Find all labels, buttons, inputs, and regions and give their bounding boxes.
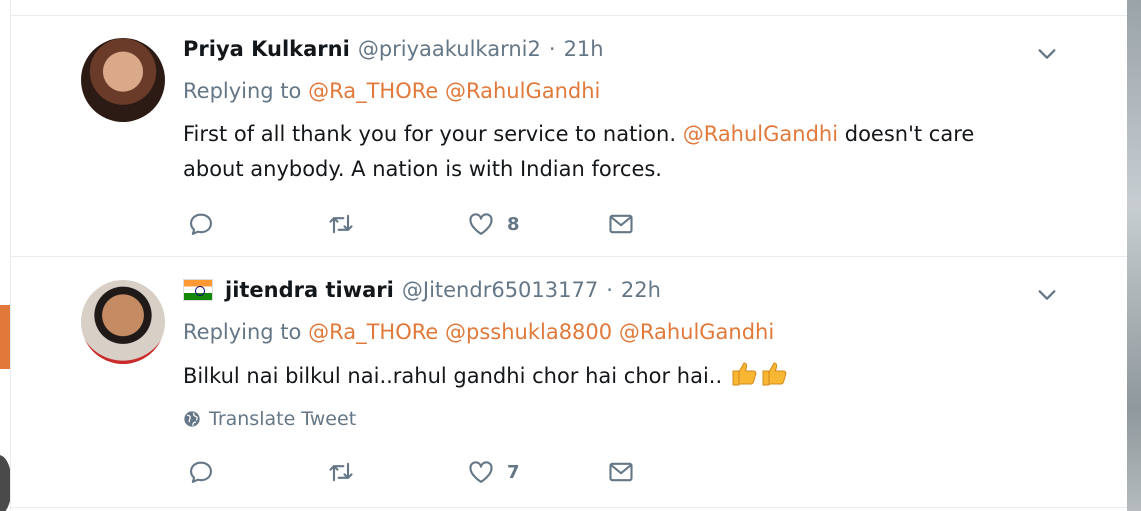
background-page-fragment-left: [0, 0, 10, 511]
like-count: 7: [507, 461, 520, 483]
avatar[interactable]: [81, 38, 165, 122]
background-avatar-fragment: [0, 455, 10, 511]
user-handle[interactable]: @Jitendr65013177: [402, 278, 598, 302]
mention-link[interactable]: @RahulGandhi: [683, 122, 838, 146]
retweet-icon: [329, 462, 353, 482]
tweet-header: jitendra tiwari @Jitendr65013177 · 22h: [183, 278, 661, 302]
mention-link[interactable]: @RahulGandhi: [445, 79, 600, 103]
replying-to-label: Replying to: [183, 320, 302, 344]
user-name[interactable]: Priya Kulkarni: [183, 37, 350, 61]
tweet-text: Bilkul nai bilkul nai..rahul gandhi chor…: [183, 359, 1023, 394]
replying-to: Replying to @Ra_THORe @RahulGandhi: [183, 79, 600, 103]
user-handle[interactable]: @priyaakulkarni2: [358, 37, 541, 61]
mention-link[interactable]: @Ra_THORe: [308, 79, 438, 103]
retweet-button[interactable]: [327, 458, 355, 486]
mention-link[interactable]: @RahulGandhi: [619, 320, 774, 344]
reply-timeline: Priya Kulkarni @priyaakulkarni2 · 21h Re…: [10, 0, 1129, 511]
globe-icon: [184, 411, 200, 427]
background-page-fragment-right: [1127, 0, 1141, 511]
reply-icon: [190, 461, 212, 483]
tweet-time[interactable]: 21h: [564, 37, 604, 61]
heart-icon: [469, 213, 493, 235]
chevron-down-icon[interactable]: [1036, 284, 1058, 306]
reply-button[interactable]: [187, 458, 215, 486]
like-button[interactable]: 8: [467, 210, 520, 238]
heart-icon: [469, 461, 493, 483]
mention-link[interactable]: @psshukla8800: [445, 320, 612, 344]
direct-message-button[interactable]: [607, 210, 635, 238]
separator-dot: ·: [548, 37, 556, 61]
reply-button[interactable]: [187, 210, 215, 238]
like-button[interactable]: 7: [467, 458, 520, 486]
tweet-text: First of all thank you for your service …: [183, 117, 1023, 187]
replying-to: Replying to @Ra_THORe @psshukla8800 @Rah…: [183, 320, 774, 344]
mention-link[interactable]: @Ra_THORe: [308, 320, 438, 344]
thumbs-up-icon: [759, 359, 789, 387]
background-orange-block: [0, 305, 10, 369]
retweet-icon: [329, 214, 353, 234]
translate-label[interactable]: Translate Tweet: [209, 408, 356, 430]
direct-message-button[interactable]: [607, 458, 635, 486]
tweet-time[interactable]: 22h: [621, 278, 661, 302]
previous-tweet-edge: [11, 0, 1128, 16]
like-count: 8: [507, 213, 520, 235]
tweet-header: Priya Kulkarni @priyaakulkarni2 · 21h: [183, 37, 604, 61]
user-name[interactable]: jitendra tiwari: [225, 278, 394, 302]
avatar[interactable]: [81, 280, 165, 364]
tweet-text-part: Bilkul nai bilkul nai..rahul gandhi chor…: [183, 364, 723, 388]
envelope-icon: [609, 462, 633, 482]
replying-to-label: Replying to: [183, 79, 302, 103]
chevron-down-icon[interactable]: [1036, 43, 1058, 65]
tweet[interactable]: jitendra tiwari @Jitendr65013177 · 22h R…: [11, 258, 1128, 508]
translate-tweet-link[interactable]: Translate Tweet: [183, 408, 356, 430]
tweet-text-part: First of all thank you for your service …: [183, 122, 683, 146]
separator-dot: ·: [606, 278, 613, 302]
envelope-icon: [609, 214, 633, 234]
thumbs-up-icon: [729, 359, 759, 387]
tweet[interactable]: Priya Kulkarni @priyaakulkarni2 · 21h Re…: [11, 17, 1128, 257]
india-flag-icon: [183, 279, 213, 301]
reply-icon: [190, 213, 212, 235]
retweet-button[interactable]: [327, 210, 355, 238]
